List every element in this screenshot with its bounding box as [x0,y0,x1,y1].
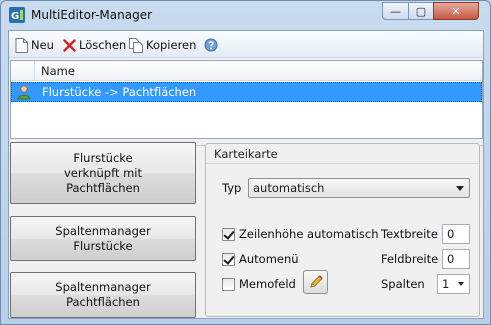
column-header-name[interactable]: Name [41,64,75,78]
textbreite-input[interactable]: 0 [442,224,470,244]
zeilenhoehe-label: Zeilenhöhe automatisch [239,227,379,241]
title-bar[interactable]: G MultiEditor-Manager — ▢ ✕ [1,1,490,31]
memofeld-edit-button[interactable] [303,270,328,294]
help-button[interactable] [204,36,218,54]
delete-label: Löschen [79,38,127,52]
minimize-icon: — [390,4,401,18]
minimize-button[interactable]: — [382,2,409,20]
pencil-icon [309,275,323,288]
new-label: Neu [31,38,54,52]
toolbar: Neu Löschen Kopieren [9,31,483,58]
zeilenhoehe-checkbox[interactable] [222,228,235,241]
maximize-button[interactable]: ▢ [408,2,434,20]
app-window: G MultiEditor-Manager — ▢ ✕ Neu Löschen [0,0,491,325]
spalten-value: 1 [442,277,450,291]
button-line: Pachtflächen [66,180,140,195]
new-button[interactable]: Neu [15,36,54,54]
karteikarte-group: Karteikarte Typ automatisch Zeilenhöhe a… [205,143,480,317]
button-line: verknüpft mit [63,165,143,180]
row-selector-header [11,61,35,80]
manager-grid: Name Flurstücke -> Pachtflächen [10,60,483,139]
client-area: Neu Löschen Kopieren Name Flurstücke -> … [8,30,484,319]
chevron-down-icon [456,186,464,191]
group-title: Karteikarte [214,147,278,161]
feldbreite-input[interactable]: 0 [442,249,470,269]
button-line: Flurstücke [73,238,133,253]
delete-icon [63,38,76,52]
help-icon [204,38,218,52]
button-line: Flurstücke [73,150,133,165]
copy-label: Kopieren [146,38,197,52]
button-line: Spaltenmanager [55,223,151,238]
chevron-down-icon [458,282,464,286]
maximize-icon: ▢ [415,4,427,18]
close-button[interactable]: ✕ [433,2,479,20]
copy-icon [129,37,143,53]
typ-value: automatisch [253,181,325,195]
typ-select[interactable]: automatisch [248,178,470,198]
new-document-icon [15,37,28,53]
memofeld-label: Memofeld [239,277,296,291]
delete-button[interactable]: Löschen [63,36,126,54]
button-line: Pachtflächen [66,295,140,309]
grid-header: Name [11,61,482,81]
memofeld-checkbox[interactable] [222,278,235,291]
textbreite-label: Textbreite [381,227,438,241]
app-icon: G [9,7,25,23]
spaltenmanager-flurstuecke-button[interactable]: Spaltenmanager Flurstücke [10,216,196,261]
flurstuecke-pachtflaechen-button[interactable]: Flurstücke verknüpft mit Pachtflächen [10,142,196,204]
close-icon: ✕ [451,4,461,18]
row-name: Flurstücke -> Pachtflächen [42,85,197,99]
table-row[interactable]: Flurstücke -> Pachtflächen [11,82,482,102]
group-divider [206,163,479,164]
window-title: MultiEditor-Manager [31,8,153,22]
automenu-label: Automenü [239,252,299,266]
copy-button[interactable]: Kopieren [129,36,196,54]
button-line: Spaltenmanager [55,280,151,294]
spalten-select[interactable]: 1 [437,274,470,294]
person-icon [17,85,31,100]
feldbreite-label: Feldbreite [381,252,439,266]
typ-label: Typ [222,181,242,195]
automenu-checkbox[interactable] [222,253,235,266]
spalten-label: Spalten [381,277,425,291]
spaltenmanager-pachtflaechen-button[interactable]: Spaltenmanager Pachtflächen [10,272,196,318]
svg-text:G: G [11,11,19,22]
